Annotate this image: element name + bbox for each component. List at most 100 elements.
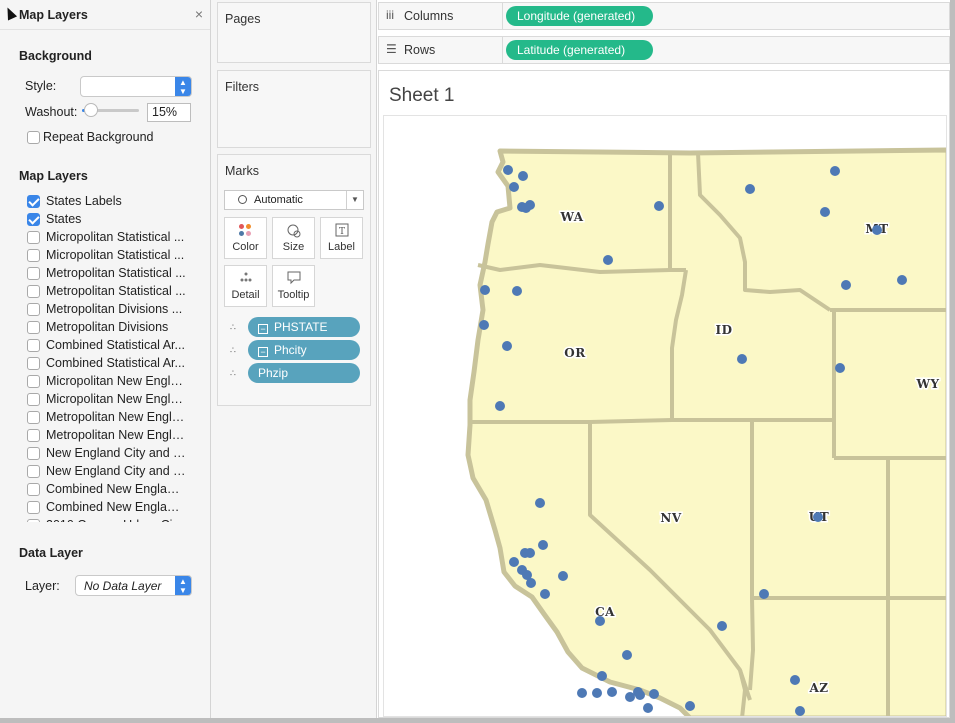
map-point[interactable] — [495, 401, 505, 411]
map-layer-checkbox[interactable] — [27, 447, 40, 460]
map-layer-row[interactable]: Combined New England... — [0, 499, 211, 517]
map-layer-row[interactable]: States Labels — [0, 193, 211, 211]
map-layer-checkbox[interactable] — [27, 213, 40, 226]
map-point[interactable] — [643, 703, 653, 713]
map-point[interactable] — [577, 688, 587, 698]
map-point[interactable] — [538, 540, 548, 550]
map-point[interactable] — [540, 589, 550, 599]
map-layer-checkbox[interactable] — [27, 195, 40, 208]
map-point[interactable] — [759, 589, 769, 599]
data-layer-select[interactable]: No Data Layer ▲ ▼ — [75, 575, 192, 596]
rows-shelf[interactable]: ☰ Rows Latitude (generated) — [378, 36, 950, 64]
washout-input[interactable]: 15% — [147, 103, 191, 122]
map-point[interactable] — [597, 671, 607, 681]
close-icon[interactable]: × — [195, 6, 203, 22]
map-point[interactable] — [813, 512, 823, 522]
map-point[interactable] — [521, 203, 531, 213]
map-layer-checkbox[interactable] — [27, 501, 40, 514]
map-layer-checkbox[interactable] — [27, 339, 40, 352]
map-layer-row[interactable]: New England City and T... — [0, 463, 211, 481]
columns-shelf[interactable]: iii Columns Longitude (generated) — [378, 2, 950, 30]
color-button[interactable]: Color — [224, 217, 267, 259]
repeat-background-checkbox[interactable] — [27, 131, 40, 144]
map-layer-checkbox[interactable] — [27, 231, 40, 244]
map-point[interactable] — [592, 688, 602, 698]
style-select[interactable]: ▲ ▼ — [80, 76, 192, 97]
map-layer-row[interactable]: Micropolitan New Engla... — [0, 391, 211, 409]
map-layer-checkbox[interactable] — [27, 357, 40, 370]
map-point[interactable] — [525, 548, 535, 558]
map-layer-row[interactable]: Metropolitan Divisions ... — [0, 301, 211, 319]
map-point[interactable] — [535, 498, 545, 508]
map-point[interactable] — [502, 341, 512, 351]
tooltip-button[interactable]: Tooltip — [272, 265, 315, 307]
map-layer-row[interactable]: Micropolitan Statistical ... — [0, 229, 211, 247]
map-layers-list[interactable]: States Labels States Micropolitan Statisti… — [0, 193, 211, 522]
map-layer-checkbox[interactable] — [27, 519, 40, 522]
map-point[interactable] — [830, 166, 840, 176]
map-point[interactable] — [509, 182, 519, 192]
map-point[interactable] — [479, 320, 489, 330]
field-pill-row[interactable]: ∴ − PHSTATE — [224, 317, 369, 337]
map-layer-checkbox[interactable] — [27, 249, 40, 262]
map-point[interactable] — [685, 701, 695, 711]
map-layer-checkbox[interactable] — [27, 483, 40, 496]
map-layer-checkbox[interactable] — [27, 285, 40, 298]
map-layer-checkbox[interactable] — [27, 429, 40, 442]
map-point[interactable] — [745, 184, 755, 194]
phzip-pill[interactable]: Phzip — [248, 363, 360, 383]
map-layer-row[interactable]: Metropolitan Statistical ... — [0, 283, 211, 301]
map-point[interactable] — [820, 207, 830, 217]
map-point[interactable] — [595, 616, 605, 626]
map-point[interactable] — [872, 225, 882, 235]
map-layer-checkbox[interactable] — [27, 267, 40, 280]
map-point[interactable] — [518, 171, 528, 181]
detail-button[interactable]: Detail — [224, 265, 267, 307]
washout-slider-thumb[interactable] — [83, 103, 98, 117]
map-point[interactable] — [737, 354, 747, 364]
map-layer-checkbox[interactable] — [27, 393, 40, 406]
longitude-pill[interactable]: Longitude (generated) — [506, 6, 653, 26]
map-point[interactable] — [603, 255, 613, 265]
map-point[interactable] — [654, 201, 664, 211]
map-point[interactable] — [558, 571, 568, 581]
map-point[interactable] — [480, 285, 490, 295]
latitude-pill[interactable]: Latitude (generated) — [506, 40, 653, 60]
map-point[interactable] — [649, 689, 659, 699]
map-point[interactable] — [503, 165, 513, 175]
field-pill-row[interactable]: ∴ Phzip — [224, 363, 369, 383]
map-layer-row[interactable]: States — [0, 211, 211, 229]
washout-slider[interactable] — [82, 103, 139, 117]
map-layer-checkbox[interactable] — [27, 465, 40, 478]
map-layer-row[interactable]: Combined Statistical Ar... — [0, 355, 211, 373]
map-layer-row[interactable]: New England City and T... — [0, 445, 211, 463]
map-layer-row[interactable]: Metropolitan New Engla... — [0, 427, 211, 445]
label-button[interactable]: T Label — [320, 217, 363, 259]
map-canvas[interactable]: WAMTORIDWYNVUTCAAZ — [384, 116, 947, 717]
size-button[interactable]: Size — [272, 217, 315, 259]
map-view[interactable]: WAMTORIDWYNVUTCAAZ — [383, 115, 947, 717]
map-point[interactable] — [717, 621, 727, 631]
map-point[interactable] — [835, 363, 845, 373]
pages-shelf[interactable]: Pages — [217, 2, 371, 63]
map-layer-row[interactable]: Metropolitan Divisions — [0, 319, 211, 337]
phstate-pill[interactable]: − PHSTATE — [248, 317, 360, 337]
map-point[interactable] — [897, 275, 907, 285]
map-point[interactable] — [512, 286, 522, 296]
map-layer-checkbox[interactable] — [27, 411, 40, 424]
map-layer-checkbox[interactable] — [27, 321, 40, 334]
mark-type-dropdown[interactable]: Automatic ▼ — [224, 190, 364, 210]
map-point[interactable] — [635, 690, 645, 700]
map-layer-checkbox[interactable] — [27, 375, 40, 388]
map-layer-row[interactable]: Metropolitan New Engla... — [0, 409, 211, 427]
map-point[interactable] — [607, 687, 617, 697]
map-layer-row[interactable]: Micropolitan New Engla... — [0, 373, 211, 391]
phcity-pill[interactable]: − Phcity — [248, 340, 360, 360]
field-pill-row[interactable]: ∴ − Phcity — [224, 340, 369, 360]
map-layer-row[interactable]: Combined New England... — [0, 481, 211, 499]
filters-shelf[interactable]: Filters — [217, 70, 371, 148]
map-point[interactable] — [622, 650, 632, 660]
map-point[interactable] — [509, 557, 519, 567]
map-layer-checkbox[interactable] — [27, 303, 40, 316]
map-layer-row[interactable]: Micropolitan Statistical ... — [0, 247, 211, 265]
